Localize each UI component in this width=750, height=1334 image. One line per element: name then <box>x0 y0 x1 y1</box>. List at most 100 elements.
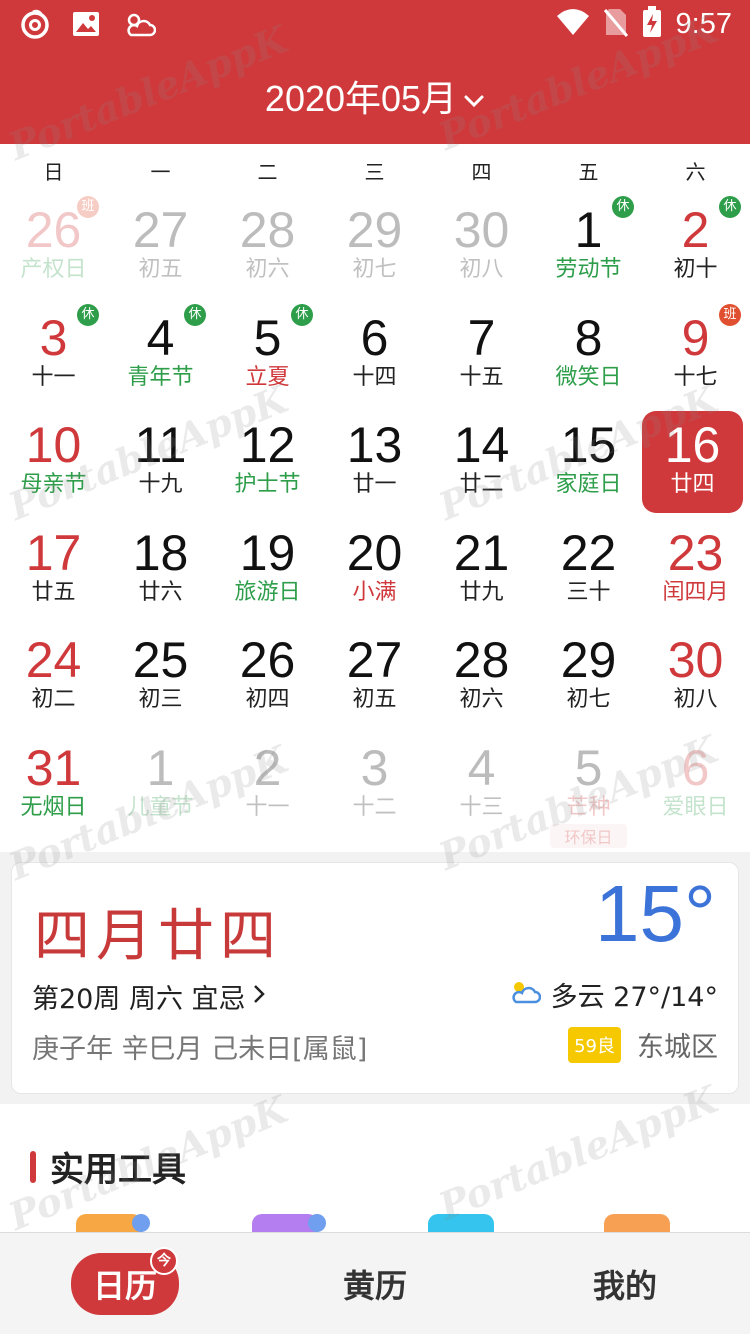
calendar-day[interactable]: 27 初五 <box>107 196 214 304</box>
calendar-day[interactable]: 22 三十 <box>535 519 642 627</box>
image-icon <box>72 11 100 41</box>
calendar-day[interactable]: 27 初五 <box>321 626 428 734</box>
calendar-day[interactable]: 28 初六 <box>214 196 321 304</box>
week-info-text: 第20周 周六 宜忌 <box>32 984 246 1015</box>
calendar-day[interactable]: 4 十三 <box>428 734 535 842</box>
day-number: 14 <box>453 417 510 474</box>
calendar-day[interactable]: 2 初十休 <box>642 196 749 304</box>
calendar-day[interactable]: 31 无烟日 <box>0 734 107 842</box>
day-number: 24 <box>25 632 82 689</box>
calendar-day[interactable]: 30 初八 <box>428 196 535 304</box>
lunar-or-holiday-label: 初四 <box>245 687 290 713</box>
calendar-day[interactable]: 29 初七 <box>535 626 642 734</box>
app-header: 2020年05月 <box>0 52 750 144</box>
day-number: 8 <box>574 309 603 366</box>
calendar-day[interactable]: 24 初二 <box>0 626 107 734</box>
calendar-day[interactable]: 1 劳动节休 <box>535 196 642 304</box>
chevron-right-icon <box>252 981 266 1012</box>
calendar-day[interactable]: 28 初六 <box>428 626 535 734</box>
month-selector[interactable]: 2020年05月 <box>0 70 750 122</box>
weekday-label: 四 <box>471 159 492 184</box>
lunar-or-holiday-label: 十一 <box>31 364 76 390</box>
day-number: 5 <box>574 739 603 796</box>
tools-section: 实用工具 <box>0 1104 750 1232</box>
lunar-or-holiday-label: 廿二 <box>459 472 504 498</box>
ganzhi-date: 庚子年 辛巳月 己未日[属鼠] <box>32 1034 368 1065</box>
calendar-day[interactable]: 14 廿二 <box>428 411 535 519</box>
lunar-or-holiday-label: 十二 <box>352 794 397 820</box>
lunar-or-holiday-label: 初六 <box>459 687 504 713</box>
nav-almanac[interactable]: 黄历 <box>250 1233 500 1334</box>
day-number: 29 <box>346 202 403 258</box>
lunar-or-holiday-label: 微笑日 <box>555 364 622 390</box>
calendar-day[interactable]: 6 十四 <box>321 304 428 412</box>
netease-music-icon <box>20 8 50 44</box>
calendar-day[interactable]: 5 立夏休 <box>214 303 321 412</box>
lunar-or-holiday-label: 初七 <box>566 687 611 713</box>
calendar-day[interactable]: 19 旅游日 <box>214 519 321 627</box>
calendar-day[interactable]: 12 护士节 <box>214 411 321 519</box>
bottom-nav: 日历 今 黄历 我的 <box>0 1232 750 1334</box>
lunar-or-holiday-label: 初十 <box>673 257 718 282</box>
calendar-day[interactable]: 2 十一 <box>214 734 321 842</box>
day-number: 13 <box>346 417 403 474</box>
calendar-week-row: 3 十一休 4 青年节休 5 立夏休 6 十四 7 十五 8 微笑日 9 十七班 <box>0 303 750 412</box>
calendar-grid: 日一二三四五六 26 产权日班 27 初五 28 初六 29 初七 30 初八 1 劳动节休 2 初十休 3… <box>0 144 750 852</box>
calendar-day[interactable]: 7 十五 <box>428 304 535 412</box>
rest-day-badge: 休 <box>77 303 99 326</box>
calendar-day[interactable]: 1 儿童节 <box>107 734 214 842</box>
calendar-day[interactable]: 8 微笑日 <box>535 304 642 412</box>
calendar-day[interactable]: 13 廿一 <box>321 411 428 519</box>
calendar-day[interactable]: 5 芒种 环保日 <box>535 734 642 848</box>
calendar-day[interactable]: 23 闰四月 <box>642 519 749 627</box>
lunar-or-holiday-label: 母亲节 <box>20 472 87 498</box>
calendar-day[interactable]: 26 初四 <box>214 626 321 734</box>
lunar-or-holiday-label: 初五 <box>138 257 183 282</box>
calendar-day[interactable]: 21 廿九 <box>428 519 535 627</box>
calendar-day[interactable]: 3 十二 <box>321 734 428 842</box>
week-info-link[interactable]: 第20周 周六 宜忌 <box>32 977 266 1016</box>
calendar-day[interactable]: 10 母亲节 <box>0 411 107 519</box>
calendar-day[interactable]: 11 十九 <box>107 411 214 519</box>
nav-profile[interactable]: 我的 <box>500 1233 750 1334</box>
lunar-or-holiday-label: 护士节 <box>234 472 301 498</box>
lunar-or-holiday-label: 十五 <box>459 364 504 390</box>
wifi-icon <box>556 8 590 40</box>
calendar-day[interactable]: 30 初八 <box>642 626 749 734</box>
tool-notification-dot <box>132 1214 150 1232</box>
calendar-day[interactable]: 25 初三 <box>107 626 214 734</box>
rest-day-badge: 休 <box>612 196 634 218</box>
today-badge: 今 <box>150 1247 178 1275</box>
day-number: 15 <box>560 417 617 474</box>
nav-calendar[interactable]: 日历 今 <box>0 1233 250 1334</box>
weather-summary[interactable]: 多云 27°/14° <box>507 975 718 1014</box>
weekday-header: 日一二三四五六 <box>0 144 750 196</box>
air-quality-row: 59良 东城区 <box>568 1025 718 1064</box>
lunar-or-holiday-label: 闰四月 <box>662 579 729 605</box>
nav-profile-label: 我的 <box>592 1266 657 1305</box>
day-info-card[interactable]: 四月廿四 15° 第20周 周六 宜忌 庚子年 辛巳月 己未日[属鼠] 多云 2… <box>11 862 739 1094</box>
calendar-day[interactable]: 4 青年节休 <box>107 303 214 412</box>
calendar-day[interactable]: 26 产权日班 <box>0 196 107 304</box>
tool-icon-4[interactable] <box>604 1214 670 1232</box>
rest-day-badge: 休 <box>719 196 741 218</box>
day-number: 19 <box>239 524 296 581</box>
day-number: 18 <box>132 524 189 581</box>
lunar-or-holiday-label: 三十 <box>566 579 611 605</box>
weekday-label: 一 <box>150 159 171 184</box>
calendar-day[interactable]: 29 初七 <box>321 196 428 304</box>
calendar-day[interactable]: 9 十七班 <box>642 303 749 412</box>
lunar-or-holiday-label: 立夏 <box>245 364 290 390</box>
day-number: 30 <box>667 632 724 689</box>
calendar-day[interactable]: 17 廿五 <box>0 519 107 627</box>
calendar-day[interactable]: 18 廿六 <box>107 519 214 627</box>
calendar-day-selected[interactable]: 16 廿四 <box>642 411 743 513</box>
day-number: 16 <box>664 417 721 474</box>
calendar-day[interactable]: 6 爱眼日 <box>642 734 749 842</box>
tool-icon-3[interactable] <box>428 1214 494 1232</box>
nav-almanac-label: 黄历 <box>342 1266 407 1305</box>
rest-day-badge: 休 <box>291 303 313 326</box>
calendar-day[interactable]: 20 小满 <box>321 519 428 627</box>
calendar-day[interactable]: 3 十一休 <box>0 303 107 412</box>
calendar-day[interactable]: 15 家庭日 <box>535 411 642 519</box>
